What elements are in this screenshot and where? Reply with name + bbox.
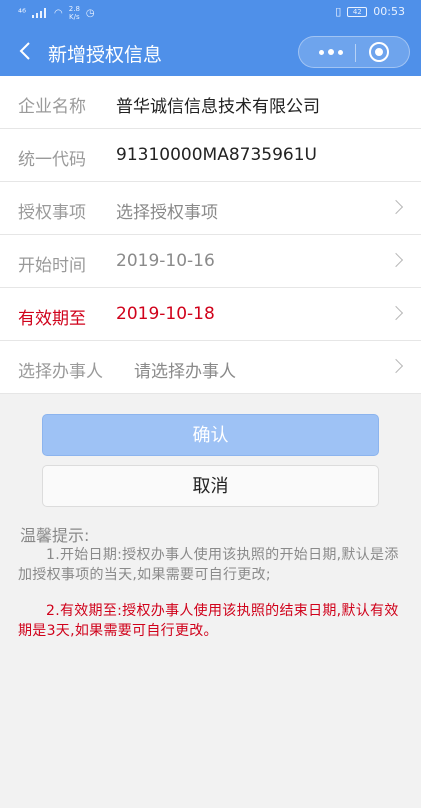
handler-picker[interactable]: 请选择办事人 [134,357,236,382]
tip-start-date: 1.开始日期:授权办事人使用该执照的开始日期,默认是添加授权事项的当天,如果需要… [18,547,399,583]
battery-icon: 42 [347,6,368,17]
start-time-row[interactable]: 开始时间 2019-10-16 [0,235,421,288]
status-bar: ⁴⁶ ◠ 2.8 K/s ◷ ▯ 42 00:53 [0,0,421,26]
nav-bar: 新增授权信息 [0,30,421,74]
company-name-label: 企业名称 [18,97,86,117]
valid-until-picker[interactable]: 2019-10-18 [116,304,215,324]
start-time-label: 开始时间 [18,256,86,276]
capsule-divider [355,44,356,62]
page-title: 新增授权信息 [48,44,163,66]
chevron-right-icon [388,252,404,268]
status-time: 00:53 [373,5,405,18]
valid-until-row[interactable]: 有效期至 2019-10-18 [0,288,421,341]
unified-code-row: 统一代码 91310000MA8735961U [0,129,421,182]
valid-until-label: 有效期至 [18,309,86,329]
confirm-button[interactable]: 确认 [42,414,379,456]
top-bar: ⁴⁶ ◠ 2.8 K/s ◷ ▯ 42 00:53 新增授权信息 [0,0,421,76]
unified-code-value: 91310000MA8735961U [116,145,317,165]
chevron-right-icon [388,305,404,321]
tip-valid-until: 2.有效期至:授权办事人使用该执照的结束日期,默认有效期是3天,如果需要可自行更… [18,603,399,639]
close-icon[interactable] [369,42,389,62]
mini-program-capsule [298,36,410,68]
tips-title: 温馨提示: [20,526,90,545]
start-time-picker[interactable]: 2019-10-16 [116,251,215,271]
handler-label: 选择办事人 [18,362,103,382]
vibrate-icon: ▯ [335,5,342,18]
company-name-value: 普华诚信信息技术有限公司 [116,97,320,117]
signal-icon [32,8,48,18]
chevron-right-icon [388,199,404,215]
status-right: ▯ 42 00:53 [335,5,405,18]
status-left: ⁴⁶ ◠ 2.8 K/s ◷ [18,5,95,21]
alarm-icon: ◷ [85,7,95,19]
network-speed: 2.8 K/s [68,5,80,21]
network-type: ⁴⁶ [18,7,27,19]
wifi-icon: ◠ [54,7,63,19]
handler-row[interactable]: 选择办事人 请选择办事人 [0,341,421,394]
back-arrow-icon[interactable] [14,39,38,63]
more-icon[interactable] [309,37,353,67]
chevron-right-icon [388,358,404,374]
auth-item-row[interactable]: 授权事项 选择授权事项 [0,182,421,235]
company-name-row: 企业名称 普华诚信信息技术有限公司 [0,76,421,129]
cancel-button[interactable]: 取消 [42,465,379,507]
auth-item-label: 授权事项 [18,203,86,223]
auth-form: 企业名称 普华诚信信息技术有限公司 统一代码 91310000MA8735961… [0,76,421,394]
unified-code-label: 统一代码 [18,150,86,170]
auth-item-picker[interactable]: 选择授权事项 [116,198,218,223]
